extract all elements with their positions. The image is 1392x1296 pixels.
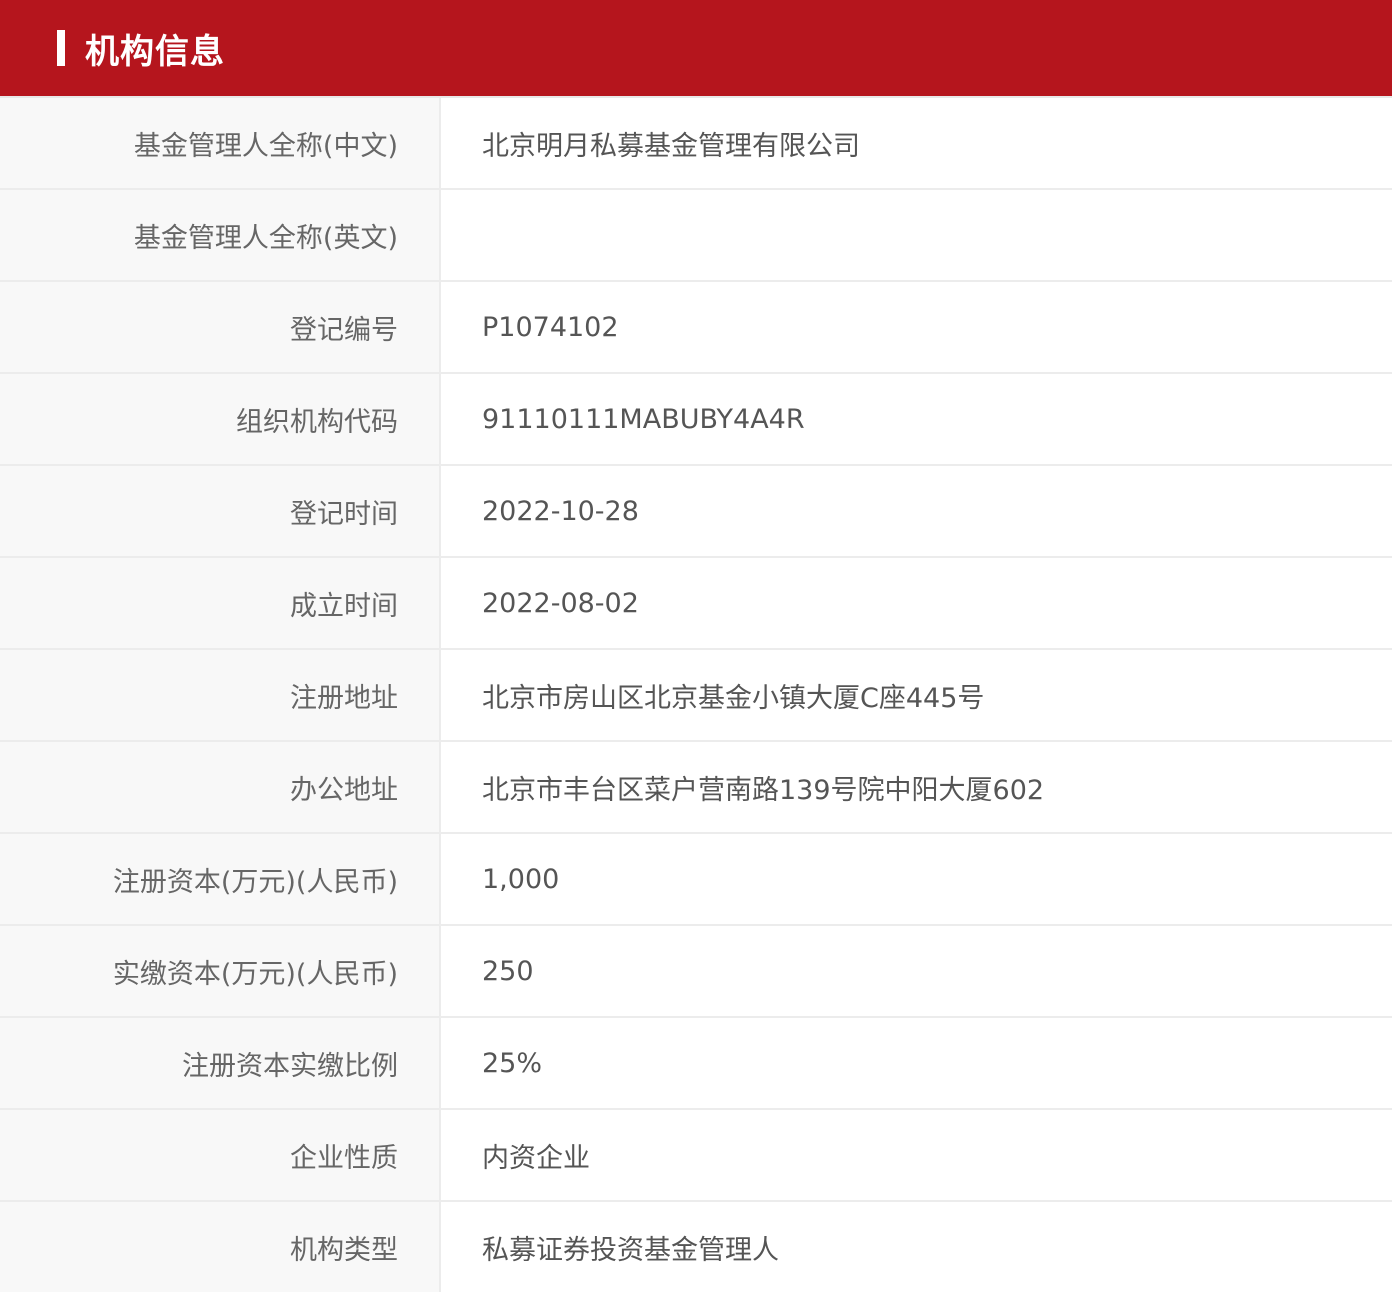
table-row-office-address: 办公地址 北京市丰台区菜户营南路139号院中阳大厦602 bbox=[0, 742, 1392, 834]
row-label: 登记编号 bbox=[0, 282, 441, 372]
row-label: 基金管理人全称(中文) bbox=[0, 98, 441, 188]
table-row-registered-address: 注册地址 北京市房山区北京基金小镇大厦C座445号 bbox=[0, 650, 1392, 742]
table-row-registration-date: 登记时间 2022-10-28 bbox=[0, 466, 1392, 558]
table-row-paid-in-capital: 实缴资本(万元)(人民币) 250 bbox=[0, 926, 1392, 1018]
row-value: 250 bbox=[482, 955, 534, 987]
header-accent-bar bbox=[57, 30, 65, 66]
row-label: 组织机构代码 bbox=[0, 374, 441, 464]
table-row-establishment-date: 成立时间 2022-08-02 bbox=[0, 558, 1392, 650]
table-row-institution-type: 机构类型 私募证券投资基金管理人 bbox=[0, 1202, 1392, 1292]
row-label: 企业性质 bbox=[0, 1110, 441, 1200]
row-label: 成立时间 bbox=[0, 558, 441, 648]
row-value: 91110111MABUBY4A4R bbox=[482, 403, 805, 435]
table-row-registration-number: 登记编号 P1074102 bbox=[0, 282, 1392, 374]
row-label: 注册资本(万元)(人民币) bbox=[0, 834, 441, 924]
row-value: 北京明月私募基金管理有限公司 bbox=[482, 130, 860, 162]
row-label: 机构类型 bbox=[0, 1202, 441, 1292]
row-value: 2022-08-02 bbox=[482, 587, 639, 619]
table-row-name-cn: 基金管理人全称(中文) 北京明月私募基金管理有限公司 bbox=[0, 98, 1392, 190]
table-row-registered-capital: 注册资本(万元)(人民币) 1,000 bbox=[0, 834, 1392, 926]
row-value: 北京市房山区北京基金小镇大厦C座445号 bbox=[482, 682, 985, 714]
row-label: 登记时间 bbox=[0, 466, 441, 556]
row-label: 实缴资本(万元)(人民币) bbox=[0, 926, 441, 1016]
table-row-name-en: 基金管理人全称(英文) bbox=[0, 190, 1392, 282]
info-table: 基金管理人全称(中文) 北京明月私募基金管理有限公司 基金管理人全称(英文) 登… bbox=[0, 96, 1392, 1292]
row-value bbox=[441, 190, 1392, 280]
row-value: 私募证券投资基金管理人 bbox=[482, 1234, 779, 1266]
row-label: 注册地址 bbox=[0, 650, 441, 740]
section-title: 机构信息 bbox=[85, 31, 225, 72]
row-label: 办公地址 bbox=[0, 742, 441, 832]
row-label: 基金管理人全称(英文) bbox=[0, 190, 441, 280]
table-row-enterprise-nature: 企业性质 内资企业 bbox=[0, 1110, 1392, 1202]
table-row-org-code: 组织机构代码 91110111MABUBY4A4R bbox=[0, 374, 1392, 466]
table-row-paid-in-ratio: 注册资本实缴比例 25% bbox=[0, 1018, 1392, 1110]
row-value: 北京市丰台区菜户营南路139号院中阳大厦602 bbox=[482, 774, 1045, 806]
row-value: 内资企业 bbox=[482, 1142, 590, 1174]
row-value: 25% bbox=[482, 1047, 543, 1079]
row-value: 2022-10-28 bbox=[482, 495, 639, 527]
row-value: P1074102 bbox=[482, 311, 619, 343]
section-header: 机构信息 bbox=[0, 0, 1392, 96]
row-value: 1,000 bbox=[482, 863, 560, 895]
row-label: 注册资本实缴比例 bbox=[0, 1018, 441, 1108]
